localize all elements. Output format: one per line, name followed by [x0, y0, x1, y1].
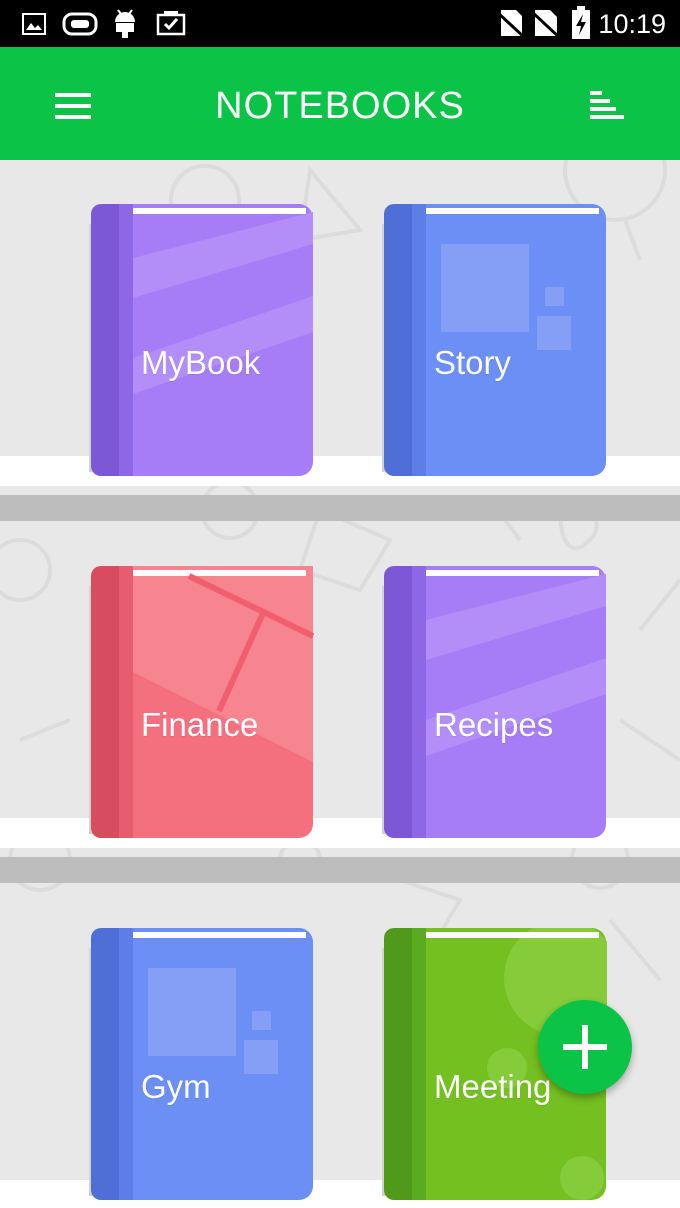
notebook-shelf[interactable]: MyBook Story Finance Recipes Gym Meeting [0, 160, 680, 1208]
android-icon [115, 9, 135, 38]
notebook-finance[interactable]: Finance [89, 566, 314, 841]
notebook-title: Meeting [434, 1068, 552, 1105]
notebook-recipes[interactable]: Recipes [382, 566, 607, 841]
sort-icon [590, 91, 624, 119]
image-icon [22, 13, 46, 35]
clock: 10:19 [598, 9, 666, 39]
status-bar: 10:19 [0, 0, 680, 47]
app-bar: NOTEBOOKS [0, 47, 680, 160]
no-sim-icon [497, 10, 525, 38]
notebook-gym[interactable]: Gym [89, 928, 314, 1203]
notebook-mybook[interactable]: MyBook [89, 204, 314, 479]
plus-icon [563, 1025, 607, 1069]
add-notebook-button[interactable] [538, 1000, 632, 1094]
notebook-title: MyBook [141, 344, 261, 381]
battery-charging-icon [572, 6, 590, 39]
shelf-1-front [0, 495, 680, 521]
no-signal-icon [532, 10, 560, 38]
clipboard-check-icon [156, 11, 186, 36]
notebook-story[interactable]: Story [382, 204, 607, 479]
page-title: NOTEBOOKS [215, 85, 465, 127]
notebook-title: Recipes [434, 706, 554, 743]
sort-button[interactable] [584, 89, 628, 123]
notebook-title: Gym [141, 1068, 211, 1105]
shelf-2-front [0, 857, 680, 883]
infinity-icon [62, 12, 98, 36]
notebook-title: Finance [141, 706, 259, 743]
notebook-title: Story [434, 344, 512, 381]
